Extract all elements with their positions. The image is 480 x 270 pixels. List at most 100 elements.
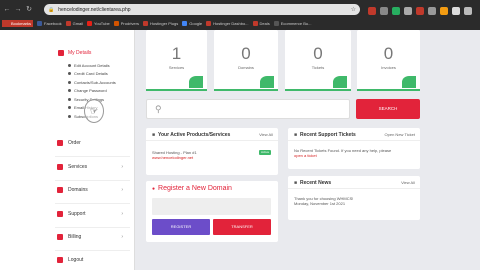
stat-value: 0 bbox=[313, 44, 323, 63]
stat-value: 0 bbox=[241, 44, 251, 63]
view-all-link[interactable]: View All bbox=[401, 180, 415, 185]
bookmark-item[interactable]: Ecommerce Bu... bbox=[273, 21, 312, 26]
bookmark-icon bbox=[206, 21, 212, 26]
sidebar-item-order[interactable]: Order bbox=[57, 140, 127, 146]
open-ticket-link[interactable]: open a ticket bbox=[294, 153, 317, 158]
forward-icon[interactable]: → bbox=[14, 6, 22, 14]
sidebar-item-logout[interactable]: Logout bbox=[57, 257, 127, 263]
sidebar-my-details[interactable]: My Details bbox=[58, 50, 91, 56]
globe-icon: ● bbox=[152, 185, 156, 192]
bookmark-item[interactable]: Deals bbox=[252, 21, 270, 26]
profile-avatar[interactable] bbox=[464, 7, 472, 15]
sidebar-item-label: Order bbox=[68, 140, 81, 146]
bookmarks-bar: Bookmarks Facebook Gmail YouTube Prodrivers H… bbox=[0, 18, 480, 29]
search-button[interactable]: SEARCH bbox=[356, 99, 420, 119]
panel-title: Recent Support Tickets bbox=[300, 132, 356, 138]
active-products-panel: ■ Your Active Products/Services View All… bbox=[146, 128, 278, 175]
sidebar-item-label: Support bbox=[68, 211, 86, 217]
divider bbox=[55, 203, 130, 204]
product-domain[interactable]: www.hencelodinger.net bbox=[152, 155, 193, 160]
bookmark-item[interactable]: Facebook bbox=[37, 21, 62, 26]
bookmark-label: Gmail bbox=[72, 21, 84, 26]
panel-title: Recent News bbox=[300, 180, 332, 186]
bookmark-icon bbox=[252, 21, 258, 26]
divider bbox=[55, 227, 130, 228]
sidebar-subitem[interactable]: Credit Card Details bbox=[68, 70, 116, 79]
extension-icon[interactable] bbox=[440, 7, 448, 15]
extension-icon[interactable] bbox=[404, 7, 412, 15]
bookmark-label: Ecommerce Bu... bbox=[280, 21, 312, 26]
open-new-ticket-link[interactable]: Open New Ticket bbox=[385, 132, 415, 137]
sidebar-subitem[interactable]: Contacts/Sub-Accounts bbox=[68, 78, 116, 87]
bookmark-item[interactable]: Prodrivers bbox=[113, 21, 139, 26]
extension-icon[interactable] bbox=[452, 7, 460, 15]
extension-icon[interactable] bbox=[380, 7, 388, 15]
stat-bar bbox=[146, 89, 207, 91]
bullet-icon bbox=[68, 80, 71, 84]
lock-icon: 🔒 bbox=[48, 6, 55, 13]
domain-search-input[interactable] bbox=[152, 198, 271, 215]
divider bbox=[55, 180, 130, 181]
divider bbox=[55, 156, 130, 157]
view-all-link[interactable]: View All bbox=[259, 132, 273, 137]
sidebar-item-billing[interactable]: Billing › bbox=[57, 234, 127, 240]
star-icon[interactable]: ☆ bbox=[351, 6, 356, 13]
back-icon[interactable]: ← bbox=[3, 6, 11, 14]
extension-icon[interactable] bbox=[392, 7, 400, 15]
sidebar-item-services[interactable]: Services › bbox=[57, 164, 127, 170]
reload-icon[interactable]: ↻ bbox=[25, 6, 33, 14]
mouse-cursor: ☞ bbox=[84, 99, 104, 123]
extension-icon[interactable] bbox=[368, 7, 376, 15]
stat-invoices[interactable]: 0 Invoices bbox=[357, 30, 420, 91]
divider bbox=[146, 140, 278, 141]
bookmark-item[interactable]: Gmail bbox=[65, 21, 84, 26]
bookmark-item[interactable]: Hostinger Dashbo... bbox=[206, 21, 249, 26]
search-icon: ⚲ bbox=[155, 104, 162, 114]
globe-icon bbox=[260, 76, 274, 88]
bookmark-item[interactable]: Bookmarks bbox=[2, 20, 34, 27]
bullet-icon bbox=[68, 72, 71, 76]
credit-card-icon bbox=[402, 76, 416, 88]
transfer-button[interactable]: TRANSFER bbox=[213, 219, 271, 235]
stat-services[interactable]: 1 Services bbox=[146, 30, 207, 91]
extensions bbox=[368, 7, 472, 15]
sidebar-header-label: My Details bbox=[68, 50, 92, 56]
stat-tickets[interactable]: 0 Tickets bbox=[285, 30, 351, 91]
sidebar-subitem-label: Edit Account Details bbox=[74, 62, 110, 68]
divider bbox=[288, 140, 420, 141]
cube-icon: ■ bbox=[152, 132, 156, 138]
services-icon bbox=[57, 164, 63, 170]
bookmark-label: YouTube bbox=[94, 21, 110, 26]
sidebar-subitem[interactable]: Edit Account Details bbox=[68, 61, 116, 70]
extension-icon[interactable] bbox=[428, 7, 436, 15]
bookmark-label: Hostinger Plugs bbox=[150, 21, 179, 26]
recent-news-panel: ■ Recent News View All Thank you for cho… bbox=[288, 176, 420, 220]
stat-label: Services bbox=[168, 65, 185, 70]
address-bar[interactable]: 🔒 hencelodinger.net/clientarea.php ☆ bbox=[44, 4, 360, 15]
sidebar-item-support[interactable]: Support › bbox=[57, 211, 127, 217]
billing-icon bbox=[57, 234, 63, 240]
stat-domains[interactable]: 0 Domains bbox=[214, 30, 278, 91]
hand-pointer-icon: ☞ bbox=[90, 106, 99, 116]
sidebar-item-label: Logout bbox=[68, 257, 84, 263]
register-button[interactable]: REGISTER bbox=[152, 219, 210, 235]
bullet-icon bbox=[68, 97, 71, 101]
sidebar-subitem[interactable]: Change Password bbox=[68, 87, 116, 96]
support-tickets-panel: ■ Recent Support Tickets Open New Ticket… bbox=[288, 128, 420, 169]
divider bbox=[288, 188, 420, 189]
sidebar-subitem-label: Contacts/Sub-Accounts bbox=[74, 79, 116, 85]
extension-icon[interactable] bbox=[416, 7, 424, 15]
panel-title: Register a New Domain bbox=[158, 185, 232, 192]
stat-bar bbox=[285, 89, 351, 91]
bullet-icon bbox=[68, 106, 71, 110]
bookmark-icon bbox=[182, 21, 188, 26]
sidebar-subitem-label: Credit Card Details bbox=[74, 71, 108, 77]
search-input[interactable]: ⚲ bbox=[146, 99, 350, 119]
stat-value: 0 bbox=[383, 44, 394, 63]
stat-label: Tickets bbox=[311, 65, 325, 70]
bookmark-item[interactable]: Google bbox=[182, 21, 202, 26]
bookmark-item[interactable]: YouTube bbox=[87, 21, 110, 26]
sidebar-item-domains[interactable]: Domains › bbox=[57, 187, 127, 193]
browser-chrome: ← → ↻ 🔒 hencelodinger.net/clientarea.php… bbox=[0, 0, 480, 30]
bookmark-item[interactable]: Hostinger Plugs bbox=[143, 21, 178, 26]
